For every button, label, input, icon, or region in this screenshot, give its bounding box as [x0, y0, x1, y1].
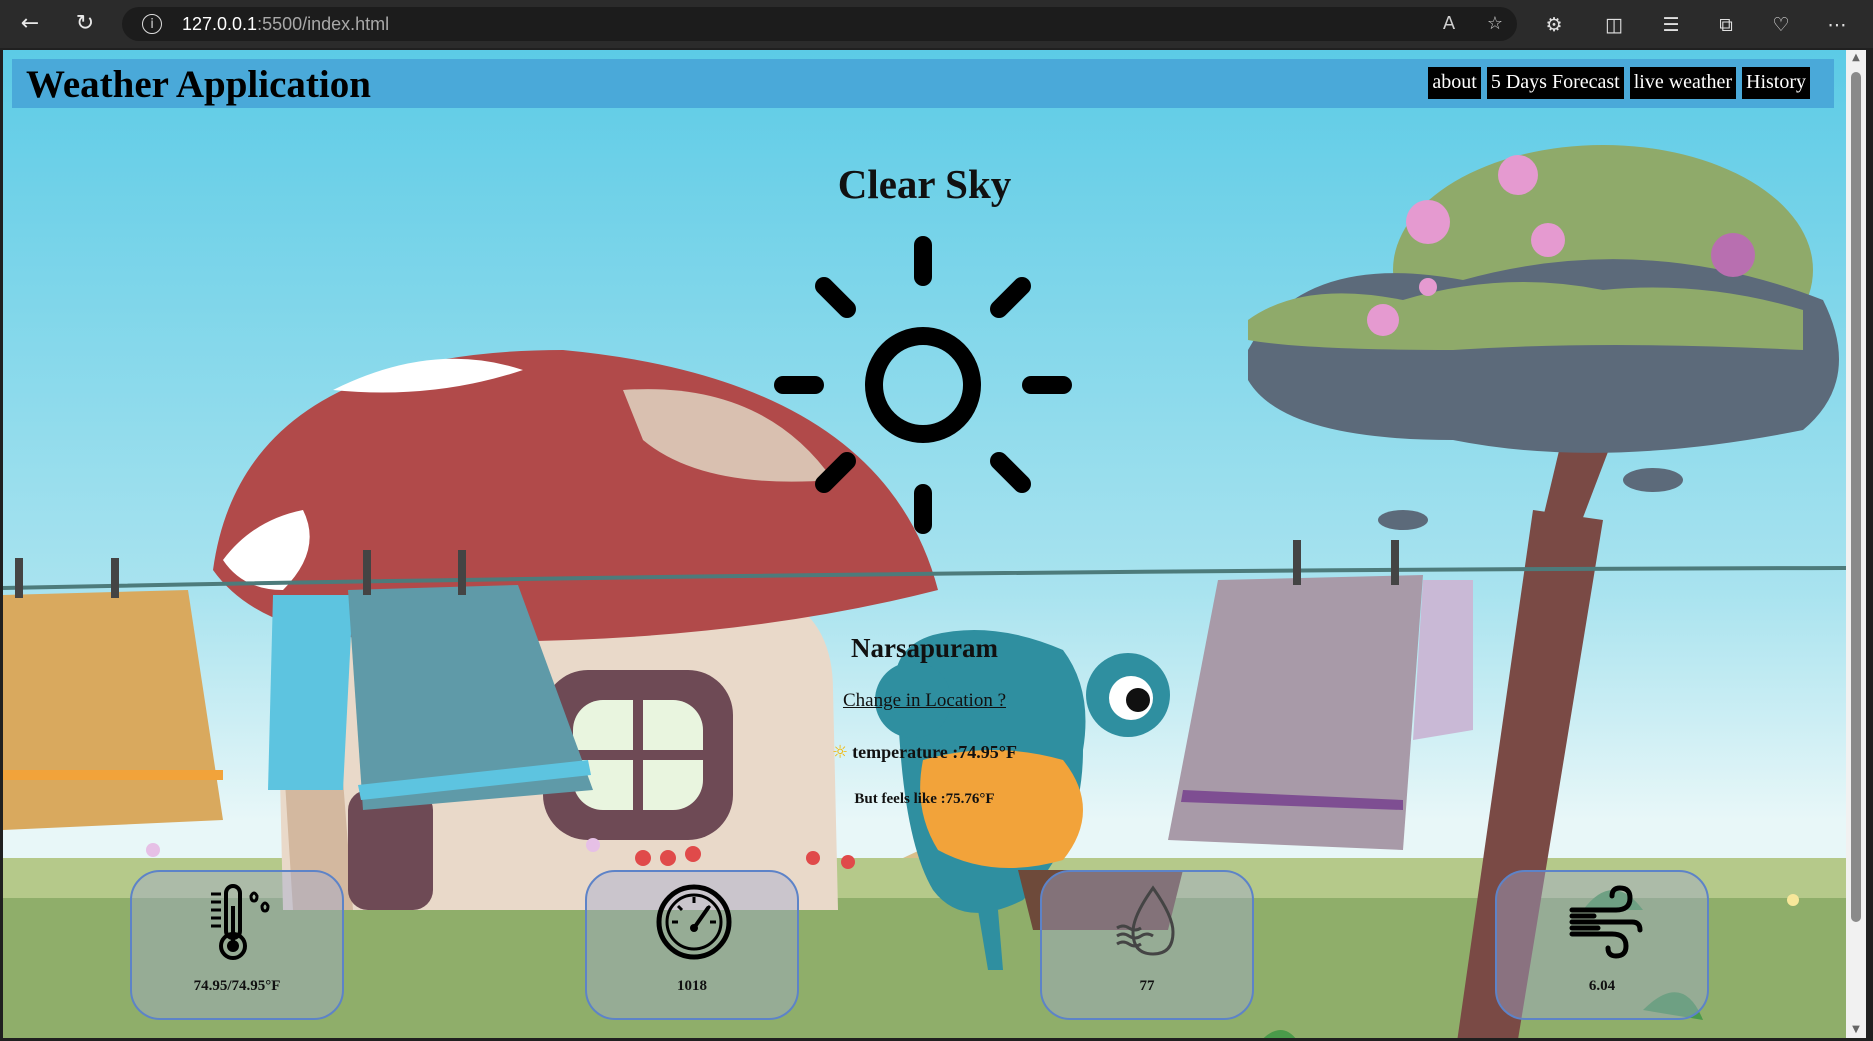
read-aloud-icon[interactable]: A — [1438, 13, 1460, 35]
split-screen-icon[interactable]: ◫ — [1601, 12, 1627, 38]
reload-icon[interactable]: ↻ — [71, 10, 99, 38]
more-menu-icon[interactable]: ⋯ — [1824, 12, 1850, 38]
browser-toolbar: ← ↻ i 127.0.0.1:5500/index.html A ☆ ⚙ ◫ … — [0, 0, 1873, 48]
change-location-link[interactable]: Change in Location ? — [3, 690, 1846, 712]
wind-speed-value: 6.04 — [1588, 978, 1616, 994]
feels-like-text: But feels like :75.76°F — [854, 791, 995, 807]
humidity-value: 77 — [1139, 978, 1155, 994]
wind-card: 6.04 — [1495, 870, 1709, 1020]
nav-about[interactable]: about — [1428, 67, 1481, 99]
address-bar[interactable]: i 127.0.0.1:5500/index.html A ☆ — [122, 7, 1517, 41]
scroll-down-icon[interactable]: ▼ — [1850, 1024, 1862, 1036]
health-icon[interactable]: ♡ — [1768, 12, 1794, 38]
favorite-star-icon[interactable]: ☆ — [1484, 13, 1506, 35]
scroll-up-icon[interactable]: ▲ — [1850, 52, 1862, 64]
city-name: Narsapuram — [851, 633, 998, 663]
sun-icon — [774, 236, 1072, 534]
nav-links: about 5 Days Forecast live weather Histo… — [1428, 67, 1810, 99]
back-icon[interactable]: ← — [16, 10, 44, 38]
pressure-value: 1018 — [677, 978, 707, 994]
vertical-scrollbar[interactable]: ▲ ▼ — [1846, 50, 1866, 1038]
temperature-line: ☼ temperature :74.95°F — [3, 742, 1846, 763]
small-sun-icon: ☼ — [832, 742, 849, 763]
app-title: Weather Application — [26, 63, 371, 106]
humidity-card: 77 — [1040, 870, 1254, 1020]
url-host: 127.0.0.1 — [182, 14, 258, 34]
wind-icon — [1569, 885, 1643, 959]
favorites-icon[interactable]: ☰ — [1658, 12, 1684, 38]
url-text[interactable]: 127.0.0.1:5500/index.html — [182, 14, 389, 35]
url-path: :5500/index.html — [257, 14, 390, 34]
collections-icon[interactable]: ⧉ — [1713, 12, 1739, 38]
temperature-range-value: 74.95/74.95°F — [193, 978, 281, 994]
humidity-icon — [1116, 885, 1175, 956]
gauge-icon — [656, 884, 732, 960]
app-header: Weather Application about 5 Days Forecas… — [12, 59, 1834, 108]
nav-5-days-forecast[interactable]: 5 Days Forecast — [1486, 67, 1624, 99]
page-viewport: Weather Application about 5 Days Forecas… — [3, 50, 1846, 1038]
extensions-icon[interactable]: ⚙ — [1541, 12, 1567, 38]
temperature-card: 74.95/74.95°F — [130, 870, 344, 1020]
scroll-thumb[interactable] — [1851, 72, 1861, 922]
thermometer-icon — [211, 884, 270, 960]
weather-description: Clear Sky — [837, 161, 1012, 207]
info-icon[interactable]: i — [142, 14, 162, 34]
temperature-text: temperature :74.95°F — [852, 742, 1017, 762]
nav-history[interactable]: History — [1742, 67, 1810, 99]
pressure-card: 1018 — [585, 870, 799, 1020]
nav-live-weather[interactable]: live weather — [1629, 67, 1736, 99]
